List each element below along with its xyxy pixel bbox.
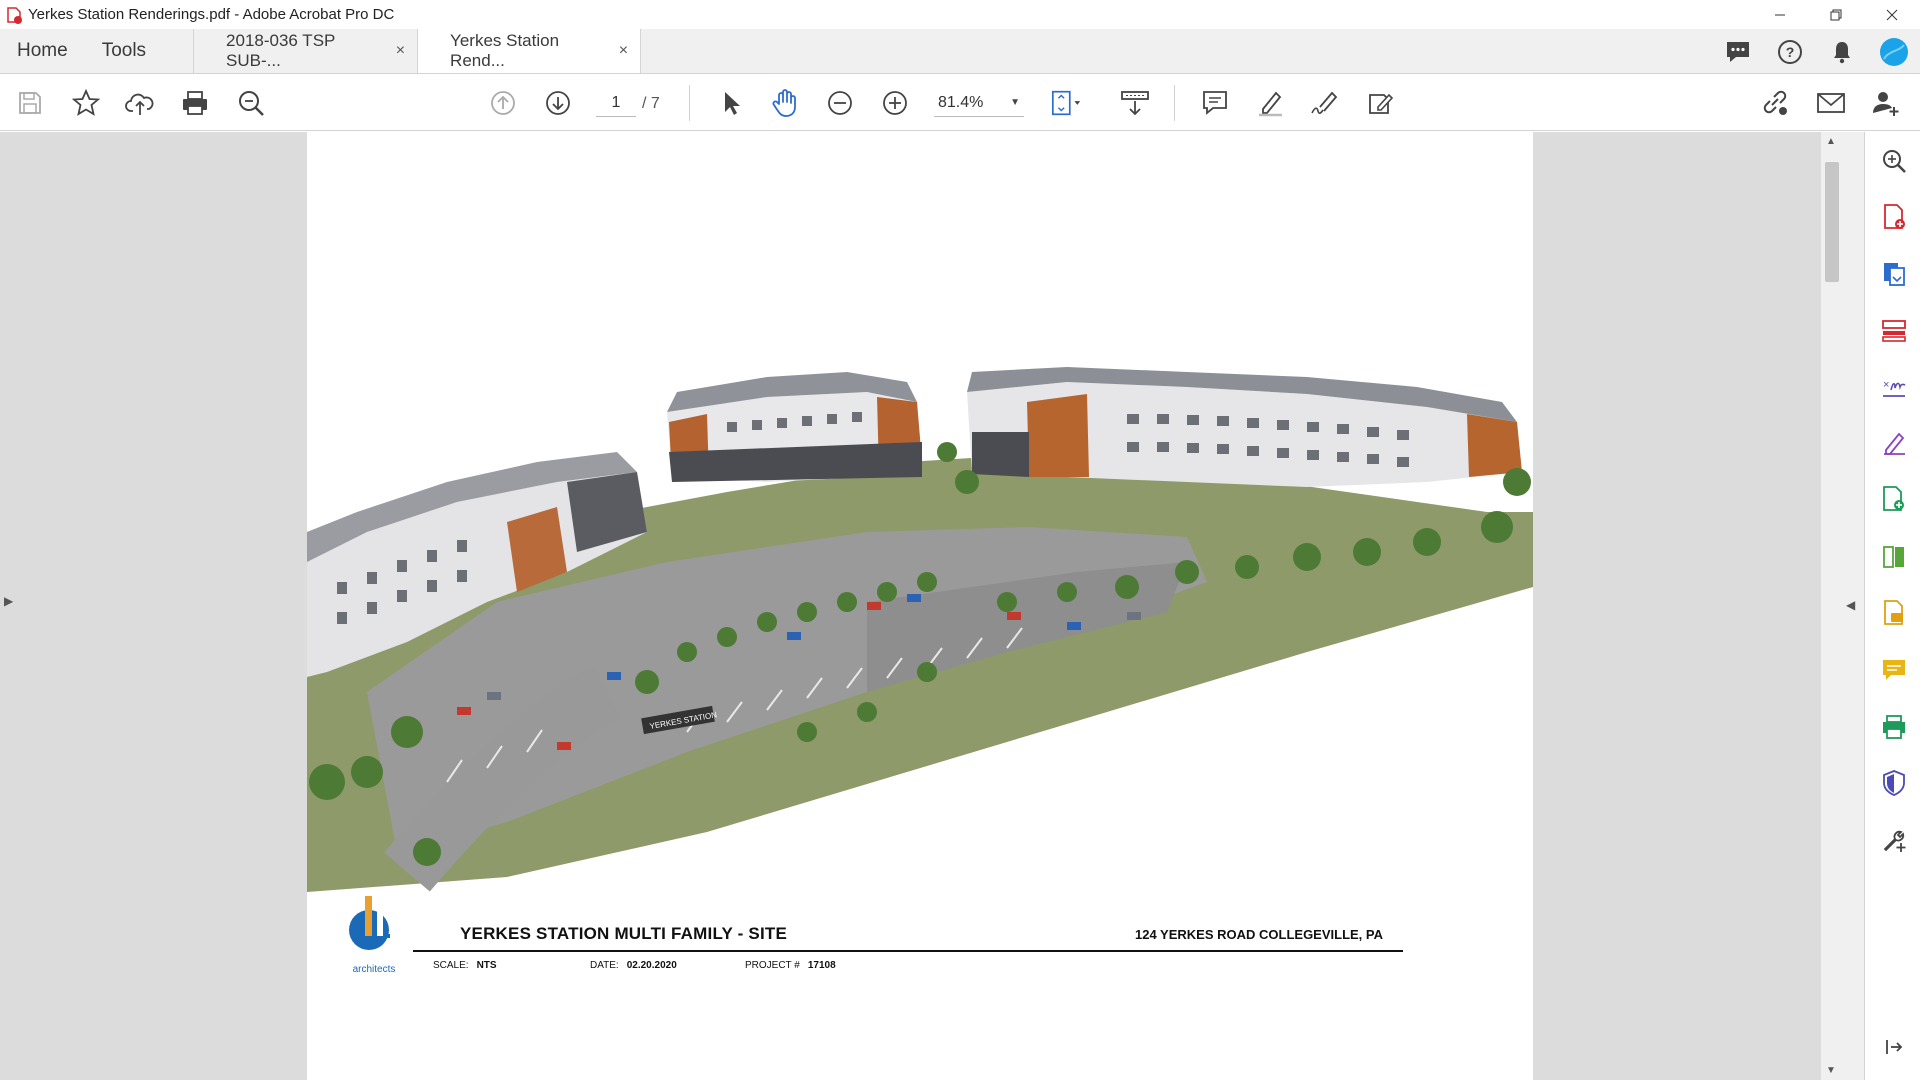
scrolling-mode-icon[interactable] [1119, 87, 1151, 119]
combine-files-icon[interactable] [1879, 484, 1909, 514]
document-tab-1[interactable]: 2018-036 TSP SUB-... × [193, 29, 418, 73]
document-tab-label: Yerkes Station Rend... [450, 31, 560, 70]
window-title: Yerkes Station Renderings.pdf - Adobe Ac… [28, 6, 395, 23]
add-user-icon[interactable] [1870, 87, 1902, 119]
scroll-up-icon[interactable]: ▲ [1826, 136, 1836, 147]
next-page-icon[interactable] [542, 87, 574, 119]
organize-pages-icon[interactable] [1879, 316, 1909, 346]
bookmark-star-icon[interactable] [70, 87, 102, 119]
date-field: DATE: 02.20.2020 [590, 960, 677, 971]
help-icon[interactable]: ? [1764, 29, 1816, 74]
main-toolbar: 1 / 7 81.4% ▼ [0, 75, 1920, 131]
hand-tool-icon[interactable] [769, 87, 801, 119]
edit-pdf-icon[interactable] [1879, 428, 1909, 458]
zoom-in-icon[interactable] [879, 87, 911, 119]
vertical-scrollbar[interactable]: ▲ ▼ [1820, 132, 1842, 1080]
add-comment-icon[interactable] [1199, 87, 1231, 119]
comments-chat-icon[interactable] [1712, 29, 1764, 74]
zoom-level-value: 81.4% [938, 93, 984, 111]
save-icon[interactable] [14, 87, 46, 119]
tools-tab[interactable]: Tools [85, 29, 163, 73]
notifications-bell-icon[interactable] [1816, 29, 1868, 74]
logo-text: architects [352, 964, 396, 975]
toolbar-separator [1174, 85, 1175, 121]
export-pdf-icon[interactable] [1879, 259, 1909, 289]
email-icon[interactable] [1815, 87, 1847, 119]
previous-page-icon[interactable] [487, 87, 519, 119]
share-link-icon[interactable] [1759, 87, 1791, 119]
minimize-button[interactable] [1752, 0, 1808, 29]
user-avatar[interactable] [1868, 29, 1920, 74]
tools-pane: × [1864, 132, 1920, 1080]
svg-text:?: ? [1786, 44, 1795, 60]
acrobat-app-icon [4, 5, 24, 25]
select-pointer-icon[interactable] [715, 87, 747, 119]
title-block-rule [413, 950, 1403, 952]
fill-and-sign-icon[interactable]: × [1879, 372, 1909, 402]
scrollbar-thumb[interactable] [1825, 162, 1839, 282]
title-bar: Yerkes Station Renderings.pdf - Adobe Ac… [0, 0, 1920, 29]
site-address: 124 YERKES ROAD COLLEGEVILLE, PA [1134, 927, 1383, 942]
tab-bar: Home Tools 2018-036 TSP SUB-... × Yerkes… [0, 29, 1920, 74]
document-workspace[interactable]: ▶ YERKES STATION architects YERKES STATI… [0, 132, 1820, 1080]
expand-left-panel-icon[interactable]: ▶ [4, 594, 13, 608]
close-window-button[interactable] [1864, 0, 1920, 29]
document-tab-label: 2018-036 TSP SUB-... [226, 31, 336, 70]
print-icon[interactable] [179, 87, 211, 119]
collapse-right-panel-icon[interactable]: ◀ [1846, 598, 1855, 612]
pdf-page[interactable]: YERKES STATION architects YERKES STATION… [307, 132, 1533, 1080]
close-tab-icon[interactable]: × [396, 42, 405, 60]
page-number-input[interactable]: 1 [596, 89, 636, 117]
highlight-pen-icon[interactable] [1254, 87, 1286, 119]
page-fit-icon[interactable] [1050, 87, 1082, 119]
fill-sign-icon[interactable] [1364, 87, 1396, 119]
enhance-zoom-icon[interactable] [1879, 146, 1909, 176]
find-zoom-icon[interactable] [235, 87, 267, 119]
draw-freehand-icon[interactable] [1309, 87, 1341, 119]
more-tools-icon[interactable] [1879, 825, 1909, 855]
create-pdf-icon[interactable] [1879, 202, 1909, 232]
site-rendering-image: YERKES STATION [307, 367, 1533, 892]
comment-tool-icon[interactable] [1879, 655, 1909, 685]
scroll-down-icon[interactable]: ▼ [1826, 1065, 1836, 1076]
zoom-out-icon[interactable] [824, 87, 856, 119]
project-field: PROJECT #17108 [745, 960, 836, 971]
compare-files-icon[interactable] [1879, 542, 1909, 572]
right-panel-gap: ◀ [1842, 132, 1864, 1080]
close-tab-icon[interactable]: × [619, 42, 628, 60]
zoom-level-select[interactable]: 81.4% ▼ [934, 89, 1024, 117]
protect-shield-icon[interactable] [1879, 768, 1909, 798]
collapse-tools-pane-icon[interactable] [1879, 1032, 1909, 1062]
document-tab-2[interactable]: Yerkes Station Rend... × [417, 29, 642, 73]
chevron-down-icon: ▼ [1010, 97, 1020, 108]
page-total: / 7 [642, 95, 660, 112]
scale-field: SCALE: NTS [433, 960, 497, 971]
svg-text:×: × [1883, 379, 1889, 391]
home-tab[interactable]: Home [0, 29, 85, 73]
print-production-icon[interactable] [1879, 712, 1909, 742]
restore-button[interactable] [1808, 0, 1864, 29]
toolbar-separator [689, 85, 690, 121]
upload-cloud-icon[interactable] [124, 87, 156, 119]
request-signatures-icon[interactable] [1879, 598, 1909, 628]
drawing-title: YERKES STATION MULTI FAMILY - SITE [460, 924, 787, 943]
